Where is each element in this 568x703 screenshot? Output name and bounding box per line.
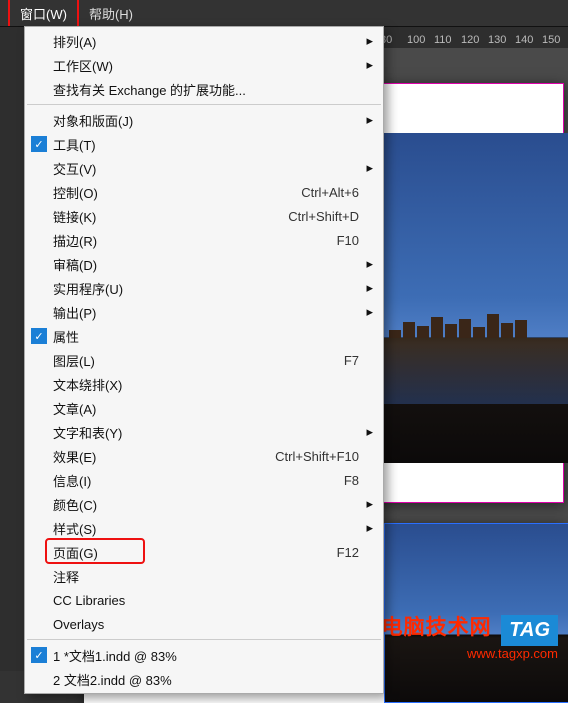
menu-item-label: 效果(E) — [53, 447, 275, 466]
menu-item[interactable]: 实用程序(U) ▸ — [25, 276, 383, 300]
chevron-right-icon: ▸ — [366, 57, 373, 73]
menu-item-label: 排列(A) — [53, 32, 359, 51]
placed-image-1[interactable] — [384, 133, 568, 463]
menu-item-shortcut: Ctrl+Shift+D — [288, 209, 359, 224]
ruler-tick: 100 — [407, 34, 425, 46]
menu-separator — [27, 639, 381, 640]
menu-item-shortcut: F8 — [344, 473, 359, 488]
menu-item-label: 属性 — [53, 327, 359, 346]
chevron-right-icon: ▸ — [366, 256, 373, 272]
menu-item-shortcut: Ctrl+Alt+6 — [301, 185, 359, 200]
menu-item-label: 查找有关 Exchange 的扩展功能... — [53, 80, 359, 99]
menu-item[interactable]: Overlays — [25, 612, 383, 636]
highlight-box — [45, 538, 145, 564]
menu-item[interactable]: 样式(S) ▸ — [25, 516, 383, 540]
menubar: 窗口(W) 帮助(H) — [0, 0, 568, 26]
menu-item[interactable]: 排列(A) ▸ — [25, 29, 383, 53]
menu-separator — [27, 104, 381, 105]
menu-item-label: 实用程序(U) — [53, 279, 359, 298]
menu-item-label: 审稿(D) — [53, 255, 359, 274]
menu-item-label: 交互(V) — [53, 159, 359, 178]
menu-item-label: 2 文档2.indd @ 83% — [53, 670, 359, 689]
chevron-right-icon: ▸ — [366, 33, 373, 49]
menu-item[interactable]: 效果(E)Ctrl+Shift+F10 — [25, 444, 383, 468]
menu-item-label: CC Libraries — [53, 593, 359, 608]
menu-item-label: 图层(L) — [53, 351, 344, 370]
menu-item-label: 样式(S) — [53, 519, 359, 538]
menu-item[interactable]: 注释 — [25, 564, 383, 588]
menu-item[interactable]: 颜色(C) ▸ — [25, 492, 383, 516]
ruler-vertical — [0, 48, 24, 671]
ruler-tick: 120 — [461, 34, 479, 46]
menu-item-label: 1 *文档1.indd @ 83% — [53, 646, 359, 665]
chevron-right-icon: ▸ — [366, 112, 373, 128]
menu-item-label: 控制(O) — [53, 183, 301, 202]
menu-item[interactable]: ✓ 属性 — [25, 324, 383, 348]
menu-item-label: 颜色(C) — [53, 495, 359, 514]
menu-item[interactable]: 审稿(D) ▸ — [25, 252, 383, 276]
watermark-url: www.tagxp.com — [382, 646, 558, 661]
menu-item[interactable]: 对象和版面(J) ▸ — [25, 108, 383, 132]
ruler-tick: 140 — [515, 34, 533, 46]
menu-item[interactable]: 图层(L)F7 — [25, 348, 383, 372]
menu-item[interactable]: 控制(O)Ctrl+Alt+6 — [25, 180, 383, 204]
menu-item-label: 工作区(W) — [53, 56, 359, 75]
menu-item[interactable]: 页面(G)F12 — [25, 540, 383, 564]
menu-item[interactable]: 文章(A) — [25, 396, 383, 420]
chevron-right-icon: ▸ — [366, 520, 373, 536]
menu-item[interactable]: 查找有关 Exchange 的扩展功能... — [25, 77, 383, 101]
ruler-tick: 150 — [542, 34, 560, 46]
menu-item-label: 对象和版面(J) — [53, 111, 359, 130]
menu-item-label: 工具(T) — [53, 135, 359, 154]
chevron-right-icon: ▸ — [366, 496, 373, 512]
menu-item-label: 文章(A) — [53, 399, 359, 418]
menu-item[interactable]: 描边(R)F10 — [25, 228, 383, 252]
ruler-tick: 130 — [488, 34, 506, 46]
menu-item-shortcut: F7 — [344, 353, 359, 368]
menu-item[interactable]: ✓ 工具(T) — [25, 132, 383, 156]
watermark-tag-badge: TAG — [501, 615, 558, 646]
menu-item-label: 注释 — [53, 567, 359, 586]
menu-help[interactable]: 帮助(H) — [79, 0, 143, 27]
menu-item[interactable]: CC Libraries — [25, 588, 383, 612]
menu-item[interactable]: ✓ 1 *文档1.indd @ 83% — [25, 643, 383, 667]
menu-item-shortcut: F10 — [337, 233, 359, 248]
menu-item-label: 链接(K) — [53, 207, 288, 226]
check-icon: ✓ — [31, 647, 47, 663]
menu-item-shortcut: F12 — [337, 545, 359, 560]
menu-item-label: 描边(R) — [53, 231, 337, 250]
check-icon: ✓ — [31, 136, 47, 152]
chevron-right-icon: ▸ — [366, 280, 373, 296]
ruler-tick: 110 — [434, 34, 452, 46]
chevron-right-icon: ▸ — [366, 304, 373, 320]
menu-item[interactable]: 链接(K)Ctrl+Shift+D — [25, 204, 383, 228]
watermark: 电脑技术网 TAG www.tagxp.com — [382, 611, 558, 661]
chevron-right-icon: ▸ — [366, 160, 373, 176]
menu-item[interactable]: 交互(V) ▸ — [25, 156, 383, 180]
menu-item-label: 输出(P) — [53, 303, 359, 322]
menu-item-label: 文本绕排(X) — [53, 375, 359, 394]
menu-window[interactable]: 窗口(W) — [8, 0, 79, 29]
menu-item[interactable]: 文字和表(Y) ▸ — [25, 420, 383, 444]
menu-item[interactable]: 文本绕排(X) — [25, 372, 383, 396]
menu-item[interactable]: 信息(I)F8 — [25, 468, 383, 492]
menu-item[interactable]: 工作区(W) ▸ — [25, 53, 383, 77]
menu-item-label: 文字和表(Y) — [53, 423, 359, 442]
chevron-right-icon: ▸ — [366, 424, 373, 440]
check-icon: ✓ — [31, 328, 47, 344]
window-menu-dropdown: 排列(A) ▸ 工作区(W) ▸ 查找有关 Exchange 的扩展功能... 对象和版面… — [24, 26, 384, 694]
menu-item[interactable]: 输出(P) ▸ — [25, 300, 383, 324]
menu-item-label: 信息(I) — [53, 471, 344, 490]
menu-item-label: Overlays — [53, 617, 359, 632]
menu-item-shortcut: Ctrl+Shift+F10 — [275, 449, 359, 464]
watermark-text: 电脑技术网 — [382, 616, 492, 639]
